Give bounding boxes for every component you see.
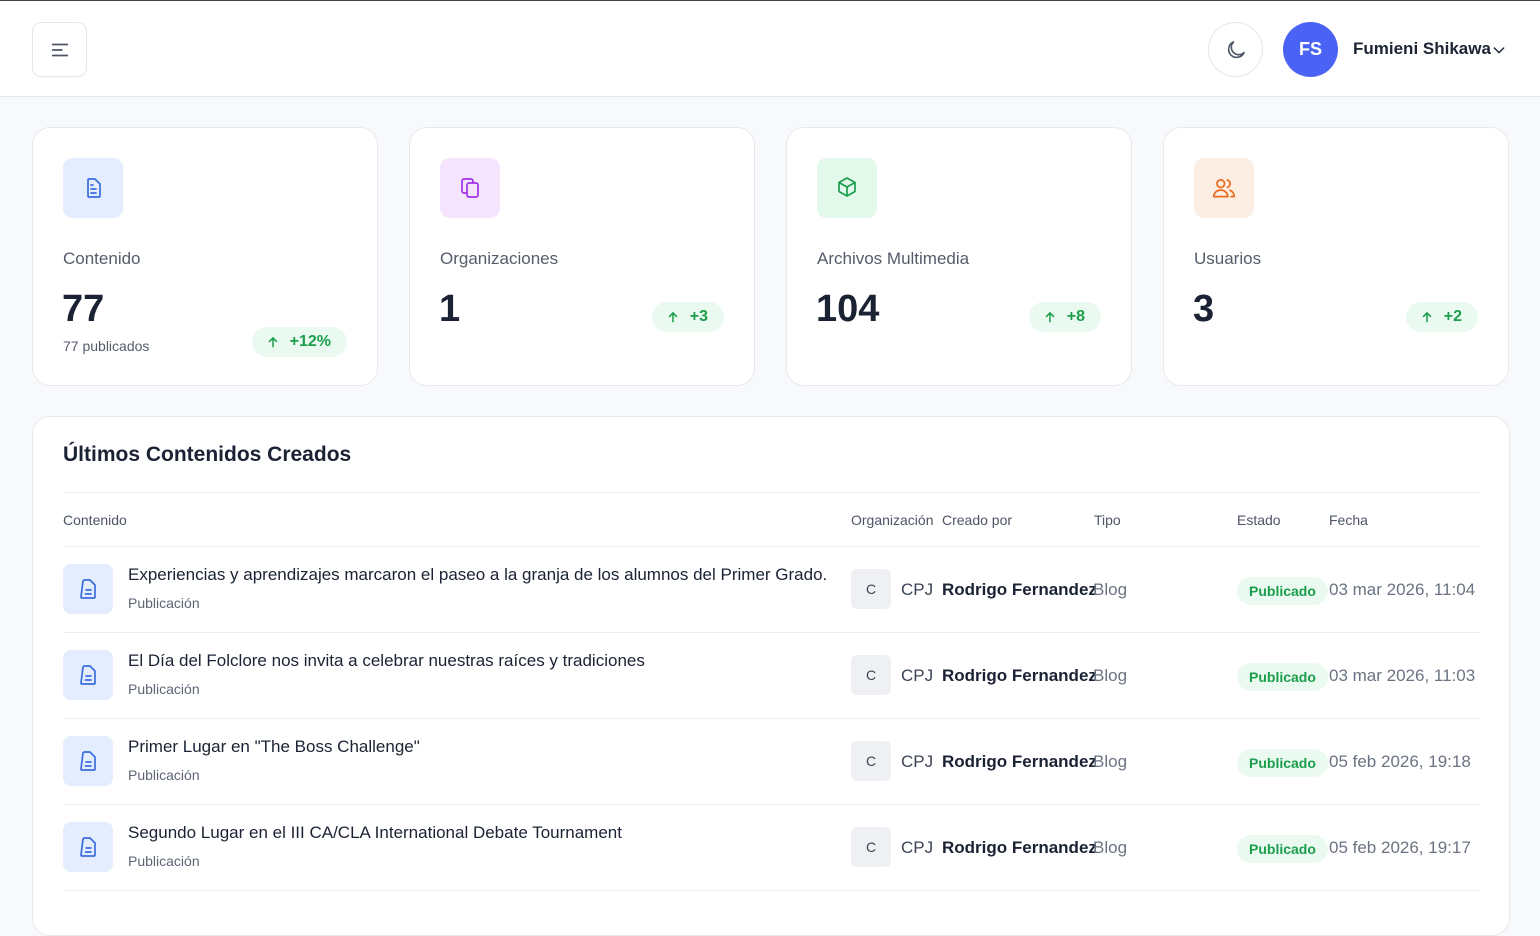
section-title: Últimos Contenidos Creados [63,443,352,466]
stat-card-contenido: Contenido 77 77 publicados +12% [32,127,378,386]
status-badge: Publicado [1237,835,1328,863]
arrow-up-icon [268,337,277,348]
stat-change-badge: +3 [651,302,724,332]
status-badge: Publicado [1237,663,1328,691]
org-name: CPJ [901,580,934,599]
content-type-label: Publicación [128,767,200,783]
created-date: 05 feb 2026, 19:18 [1329,752,1471,771]
creator-name: Rodrigo Fernandez [942,752,1097,771]
copy-icon [461,178,479,198]
creator-name: Rodrigo Fernandez [942,666,1097,685]
org-name: CPJ [901,752,934,771]
table-row[interactable]: El Día del Folclore nos invita a celebra… [63,633,1481,719]
created-date: 03 mar 2026, 11:04 [1329,580,1476,599]
column-header-fecha: Fecha [1329,512,1368,528]
content-type-icon-box [63,736,113,786]
stat-change-value: +8 [1066,308,1085,325]
created-date: 05 feb 2026, 19:17 [1329,838,1471,857]
document-icon [80,837,96,857]
status-badge: Publicado [1237,749,1328,777]
content-title-link[interactable]: El Día del Folclore nos invita a celebra… [128,651,645,671]
table-row[interactable]: Segundo Lugar en el III CA/CLA Internati… [63,805,1481,891]
stat-value: 104 [816,288,880,330]
status-badge: Publicado [1237,577,1328,605]
content-type-icon-box [63,650,113,700]
moon-icon [1227,40,1245,58]
content-title-link[interactable]: Segundo Lugar en el III CA/CLA Internati… [128,823,622,843]
table-row[interactable]: Primer Lugar en "The Boss Challenge" Pub… [63,719,1481,805]
document-icon [80,579,96,599]
arrow-up-icon [1422,312,1432,323]
stat-icon-box [63,158,123,218]
org-name: CPJ [901,666,934,685]
content-title-link[interactable]: Experiencias y aprendizajes marcaron el … [128,565,827,585]
stat-label: Organizaciones [440,249,559,268]
column-header-contenido: Contenido [63,512,127,528]
created-date: 03 mar 2026, 11:03 [1329,666,1476,685]
content-type-icon-box [63,822,113,872]
arrow-up-icon [668,312,678,323]
stat-value: 3 [1193,288,1215,330]
stat-value: 77 [62,288,105,330]
user-avatar[interactable]: FS [1283,22,1338,77]
users-icon [1212,179,1236,198]
org-initial-badge: C [851,827,891,867]
stat-value: 1 [439,288,461,330]
document-icon [80,665,96,685]
document-icon [80,751,96,771]
content-tipo: Blog [1093,666,1128,685]
stat-icon-box [1194,158,1254,218]
stat-icon-box [817,158,877,218]
column-header-tipo: Tipo [1094,512,1121,528]
stat-change-value: +12% [289,333,331,350]
org-initial-badge: C [851,655,891,695]
chevron-down-icon[interactable] [1491,42,1507,58]
menu-icon [51,43,68,56]
menu-toggle-button[interactable] [32,22,87,77]
stat-change-badge: +8 [1028,302,1101,332]
org-initial-badge: C [851,569,891,609]
column-header-organizacion: Organización [851,512,934,528]
stat-card-usuarios: Usuarios 3 +2 [1163,127,1509,386]
creator-name: Rodrigo Fernandez [942,838,1097,857]
stat-label: Usuarios [1194,249,1262,268]
content-type-label: Publicación [128,681,200,697]
latest-content-card: Últimos Contenidos Creados Contenido Org… [32,416,1510,936]
stat-card-organizaciones: Organizaciones 1 +3 [409,127,755,386]
creator-name: Rodrigo Fernandez [942,580,1097,599]
stat-change-value: +3 [689,308,708,325]
top-bar: FS Fumieni Shikawa [0,0,1540,97]
column-header-creado-por: Creado por [942,512,1013,528]
stat-change-value: +2 [1443,308,1462,325]
org-name: CPJ [901,838,934,857]
stat-change-badge: +12% [251,327,347,357]
content-type-label: Publicación [128,595,200,611]
stat-change-badge: +2 [1405,302,1478,332]
column-header-estado: Estado [1237,512,1281,528]
content-title-link[interactable]: Primer Lugar en "The Boss Challenge" [128,737,420,757]
document-icon [87,178,101,198]
stat-icon-box [440,158,500,218]
content-tipo: Blog [1093,838,1128,857]
content-type-label: Publicación [128,853,200,869]
stat-label: Contenido [63,249,141,268]
theme-toggle-button[interactable] [1208,22,1263,77]
content-tipo: Blog [1093,752,1128,771]
divider [63,492,1481,493]
stat-subtext: 77 publicados [63,338,150,354]
stat-label: Archivos Multimedia [817,249,970,268]
stat-card-archivos-multimedia: Archivos Multimedia 104 +8 [786,127,1132,386]
arrow-up-icon [1045,312,1055,323]
content-type-icon-box [63,564,113,614]
cube-icon [838,177,856,197]
content-tipo: Blog [1093,580,1128,599]
org-initial-badge: C [851,741,891,781]
user-name[interactable]: Fumieni Shikawa [1353,39,1491,59]
table-row[interactable]: Experiencias y aprendizajes marcaron el … [63,547,1481,633]
